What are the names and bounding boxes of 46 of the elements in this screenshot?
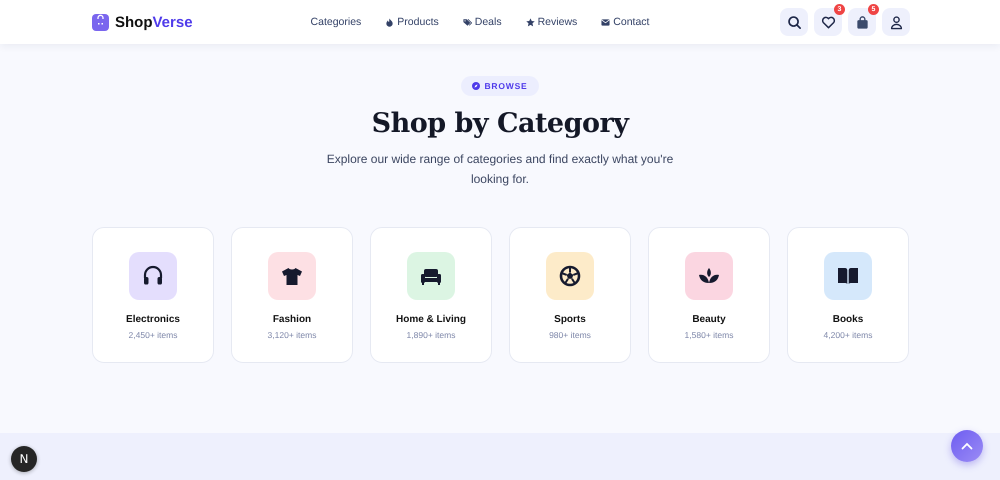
item-count: 3,120+ items [268,330,316,340]
category-name: Electronics [126,314,180,325]
t-shirt-icon [282,268,302,285]
nav-link[interactable]: Products [373,16,451,28]
soccer-ball-icon [560,266,580,286]
category-name: Beauty [692,314,726,325]
star-icon [526,18,535,26]
bag-logo-icon [92,14,109,30]
user-icon [888,14,904,30]
brand-name: ShopVerse [115,14,193,30]
item-count: 2,450+ items [128,330,178,340]
sofa-icon [421,269,441,285]
section-subtitle: Explore our wide range of categories and find exactly what you're looking for. [326,151,674,188]
category-name: Books [832,314,864,325]
shopping-bag-icon [854,14,870,30]
flame-icon [385,18,394,26]
item-count: 1,890+ items [406,330,456,340]
category-name: Fashion [272,314,312,325]
category-card[interactable]: Home & Living 1,890+ items [370,227,492,363]
nav-link[interactable]: Contact [589,16,662,28]
category-name: Sports [554,314,586,325]
nav-link[interactable]: Reviews [514,16,590,28]
lotus-icon [699,268,719,283]
category-card[interactable]: Fashion 3,120+ items [231,227,353,363]
item-count: 1,580+ items [684,330,734,340]
open-book-icon [838,268,858,284]
category-card[interactable]: Beauty 1,580+ items [648,227,770,363]
compass-icon [472,82,480,90]
headphones-icon [144,266,162,284]
search-button[interactable] [780,8,808,36]
item-count: 4,200+ items [824,330,872,340]
section-badge: BROWSE [461,76,539,96]
category-name: Home & Living [396,314,466,325]
category-card[interactable]: Books 4,200+ items [787,227,909,363]
category-card[interactable]: Sports 980+ items [509,227,631,363]
section-title: Shop by Category [372,108,628,139]
tags-icon [462,18,472,26]
envelope-icon [601,18,610,26]
heart-icon [820,14,836,30]
category-card[interactable]: Electronics 2,450+ items [92,227,214,363]
user-button[interactable] [882,8,910,36]
nav-link[interactable]: Deals [450,16,514,28]
item-count: 980+ items [549,330,591,340]
nav-link[interactable]: Categories [298,16,374,28]
chevron-up-icon [961,442,973,450]
search-icon [786,14,802,30]
